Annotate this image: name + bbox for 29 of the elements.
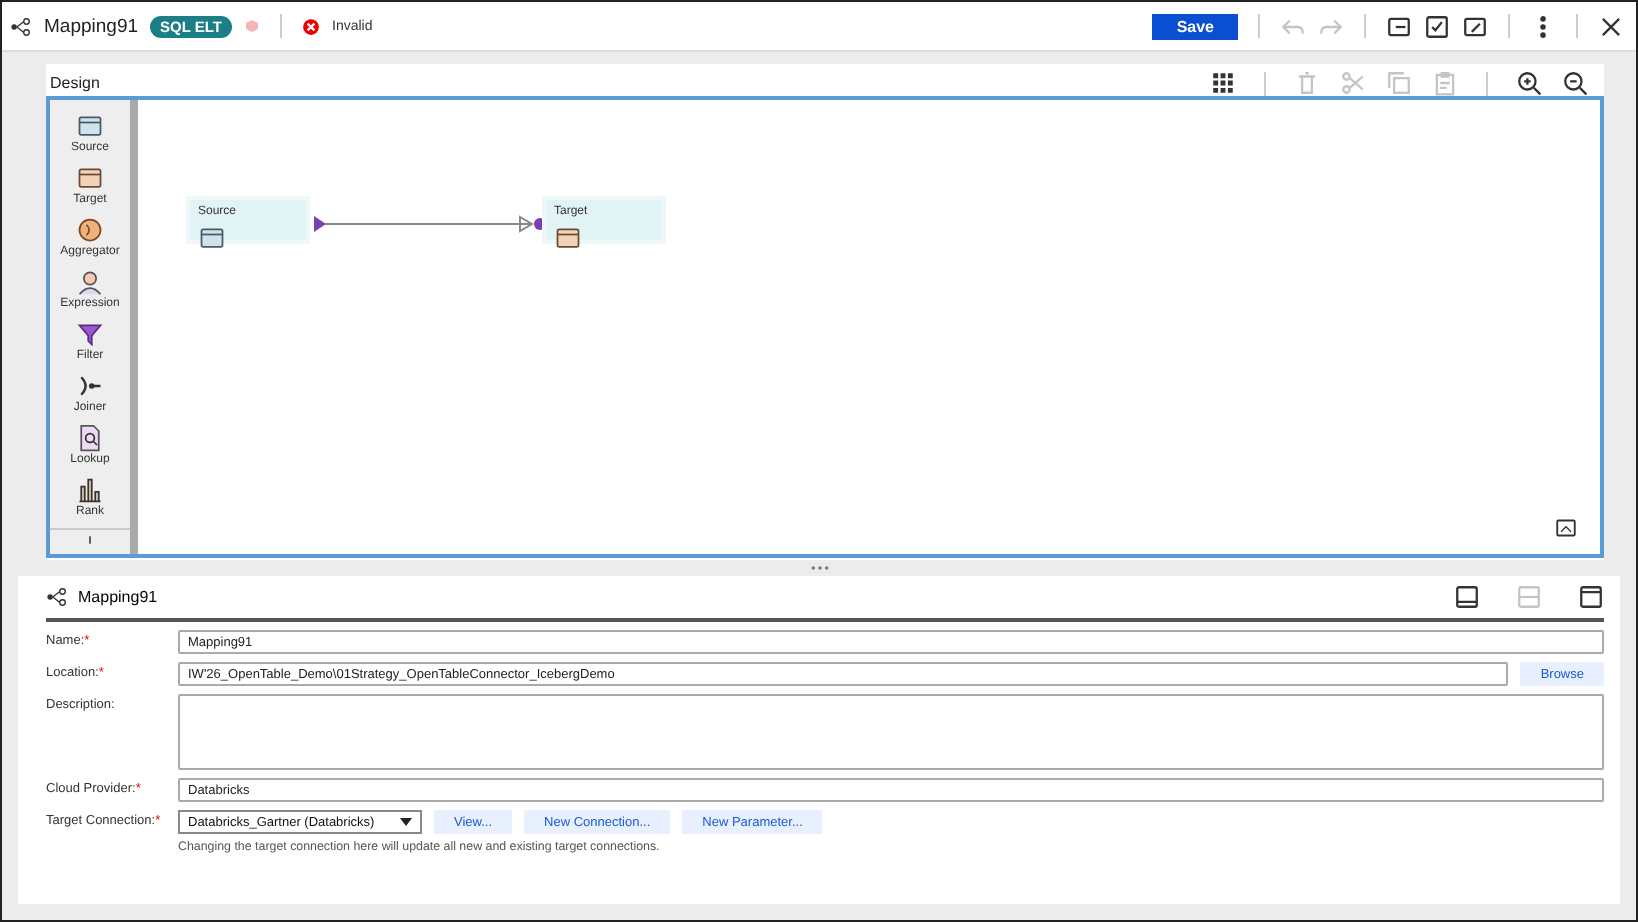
mapping-icon [46,586,68,608]
search-document-icon [76,424,104,452]
table-icon [75,112,104,140]
cube-icon [244,18,260,34]
mapping-title: Mapping91 [44,15,139,37]
panel-title: Design [50,74,100,92]
caret-icon [400,818,412,826]
error-icon [302,17,320,35]
drag-handle-icon [807,564,831,572]
zoom-in-icon[interactable] [1516,70,1542,96]
save-button[interactable]: Save [1152,13,1238,39]
join-icon [76,372,104,400]
table-icon [76,164,104,192]
maximize-icon[interactable] [1578,584,1604,610]
fit-icon[interactable] [1556,518,1576,538]
funnel-icon [76,320,104,348]
bar-chart-icon [75,476,104,504]
figure-icon [76,268,104,296]
close-icon[interactable] [1598,13,1624,39]
panel-title: Mapping91 [78,588,158,606]
table-icon [554,224,582,252]
dock-bottom-icon[interactable] [1454,584,1480,610]
table-icon [198,224,226,252]
mapping-icon [10,15,32,37]
edit-icon[interactable] [1462,13,1488,39]
circle-icon [76,216,104,244]
grid-icon[interactable] [1210,70,1236,96]
zoom-out-icon[interactable] [1562,70,1588,96]
validate-icon[interactable] [1424,13,1450,39]
